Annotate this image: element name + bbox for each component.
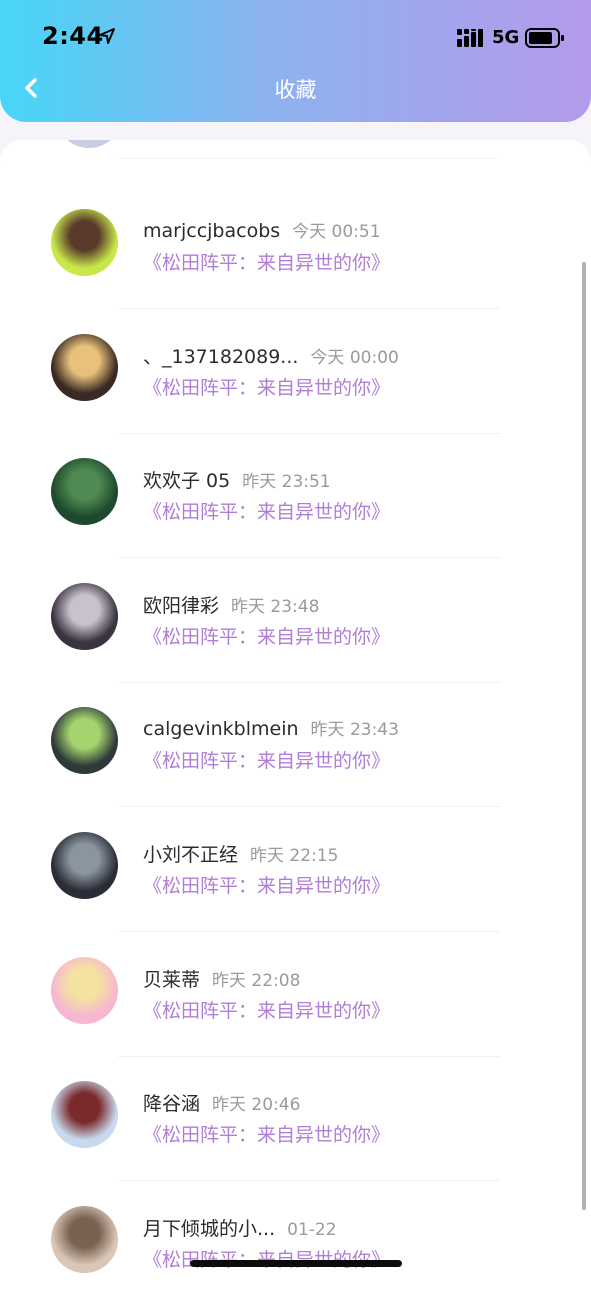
- work-title-link[interactable]: 《松田阵平：来自异世的你》: [143, 622, 390, 649]
- timestamp: 昨天 23:43: [310, 720, 399, 741]
- avatar[interactable]: [51, 707, 118, 775]
- username[interactable]: 欧阳律彩: [143, 595, 219, 617]
- list-item[interactable]: 欢欢子 05 昨天 23:51 《松田阵平：来自异世的你》: [0, 434, 591, 559]
- work-title-link[interactable]: 《松田阵平：来自异世的你》: [143, 248, 390, 275]
- avatar[interactable]: [51, 333, 118, 401]
- work-title-link[interactable]: 《松田阵平：来自异世的你》: [143, 996, 390, 1023]
- username[interactable]: 贝莱蒂: [143, 969, 200, 991]
- timestamp: 今天 00:00: [310, 347, 399, 368]
- username[interactable]: 欢欢子 05: [143, 470, 230, 492]
- scrollbar[interactable]: [582, 262, 586, 1210]
- list-item[interactable]: 、_137182089... 今天 00:00 《松田阵平：来自异世的你》: [0, 310, 591, 434]
- username-row: 欧阳律彩 昨天 23:48: [143, 591, 319, 618]
- cellular-signal-icon: [457, 29, 483, 47]
- navigation-bar: 收藏: [0, 64, 591, 114]
- work-title-link[interactable]: 《松田阵平：来自异世的你》: [143, 1120, 390, 1147]
- timestamp: 01-22: [287, 1219, 337, 1240]
- work-title-link[interactable]: 《松田阵平：来自异世的你》: [143, 1245, 390, 1272]
- username-row: calgevinkblmein 昨天 23:43: [143, 715, 399, 740]
- work-title-link[interactable]: 《松田阵平：来自异世的你》: [143, 373, 390, 400]
- list-item[interactable]: calgevinkblmein 昨天 23:43 《松田阵平：来自异世的你》: [0, 683, 591, 808]
- list-item[interactable]: 降谷涵 昨天 20:46 《松田阵平：来自异世的你》: [0, 1057, 591, 1182]
- home-indicator[interactable]: [190, 1260, 402, 1267]
- page-title: 收藏: [274, 78, 317, 102]
- favorites-list[interactable]: marjccjbacobs 今天 00:51 《松田阵平：来自异世的你》 、_1371…: [0, 140, 591, 1290]
- timestamp: 昨天 22:15: [250, 846, 339, 866]
- avatar[interactable]: [51, 956, 118, 1024]
- header: 2:44 5G 收藏: [0, 0, 591, 122]
- status-bar: 2:44 5G: [0, 0, 591, 72]
- timestamp: 昨天 22:08: [212, 970, 301, 991]
- timestamp: 今天 00:51: [292, 222, 381, 242]
- location-arrow-icon: [99, 28, 115, 44]
- username[interactable]: 月下倾城的小...: [143, 1218, 275, 1240]
- username-row: 贝莱蒂 昨天 22:08: [143, 965, 300, 992]
- list-item[interactable]: 欧阳律彩 昨天 23:48 《松田阵平：来自异世的你》: [0, 559, 591, 683]
- username[interactable]: 、_137182089...: [143, 346, 298, 368]
- username[interactable]: marjccjbacobs: [143, 220, 280, 242]
- battery-icon: [525, 28, 564, 48]
- username-row: 小刘不正经 昨天 22:15: [143, 840, 338, 867]
- work-title-link[interactable]: 《松田阵平：来自异世的你》: [143, 497, 390, 524]
- avatar[interactable]: [51, 582, 118, 650]
- list-item[interactable]: 贝莱蒂 昨天 22:08 《松田阵平：来自异世的你》: [0, 933, 591, 1057]
- avatar[interactable]: [51, 832, 118, 899]
- list-item[interactable]: marjccjbacobs 今天 00:51 《松田阵平：来自异世的你》: [0, 185, 591, 309]
- username-row: 月下倾城的小... 01-22: [143, 1214, 337, 1241]
- divider: [118, 158, 498, 159]
- username[interactable]: calgevinkblmein: [143, 718, 299, 740]
- avatar[interactable]: [51, 458, 118, 526]
- status-time: 2:44: [42, 22, 104, 50]
- avatar[interactable]: [51, 1205, 118, 1273]
- username-row: marjccjbacobs 今天 00:51: [143, 217, 381, 242]
- work-title-link[interactable]: 《松田阵平：来自异世的你》: [143, 871, 390, 898]
- timestamp: 昨天 23:51: [242, 472, 331, 493]
- avatar[interactable]: [51, 1081, 118, 1149]
- work-title-link[interactable]: 《松田阵平：来自异世的你》: [143, 746, 390, 773]
- list-item[interactable]: 月下倾城的小... 01-22 《松田阵平：来自异世的你》: [0, 1182, 591, 1290]
- username-row: 降谷涵 昨天 20:46: [143, 1089, 300, 1116]
- timestamp: 昨天 23:48: [231, 596, 320, 617]
- username[interactable]: 小刘不正经: [143, 844, 238, 866]
- list-item[interactable]: 小刘不正经 昨天 22:15 《松田阵平：来自异世的你》: [0, 808, 591, 932]
- username-row: 、_137182089... 今天 00:00: [143, 342, 399, 369]
- avatar[interactable]: [51, 209, 118, 276]
- avatar[interactable]: [56, 140, 122, 148]
- network-type-label: 5G: [492, 27, 520, 48]
- username-row: 欢欢子 05 昨天 23:51: [143, 466, 331, 493]
- username[interactable]: 降谷涵: [143, 1093, 200, 1115]
- timestamp: 昨天 20:46: [212, 1095, 301, 1116]
